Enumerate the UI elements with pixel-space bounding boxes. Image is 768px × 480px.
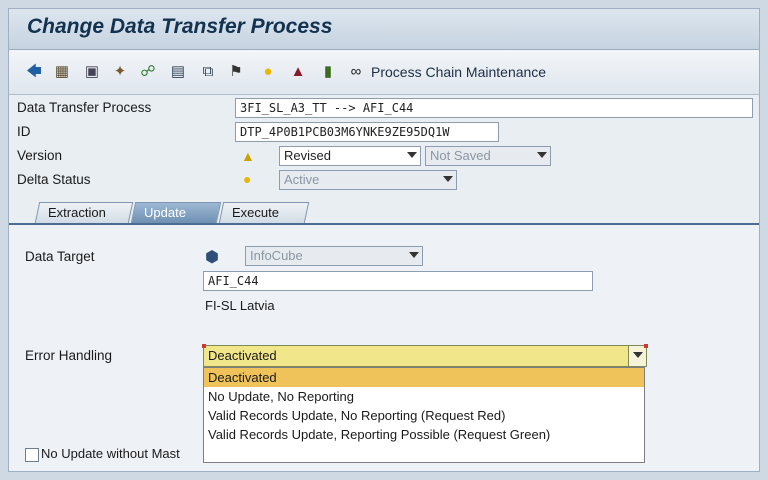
tab-execute[interactable]: Execute: [218, 202, 310, 223]
data-target-description: FI-SL Latvia: [205, 298, 275, 313]
version-value: Revised: [284, 148, 331, 163]
delta-row: Delta Status ● Active: [9, 169, 759, 193]
error-handling-label: Error Handling: [25, 348, 113, 363]
error-handling-select[interactable]: Deactivated: [202, 344, 648, 367]
chevron-down-icon: [407, 152, 417, 158]
delta-select: Active: [279, 170, 457, 190]
dropdown-button[interactable]: [628, 346, 646, 366]
display-icon[interactable]: ▣: [83, 63, 101, 81]
data-target-type-select: InfoCube: [245, 246, 423, 266]
list-item[interactable]: Deactivated: [204, 368, 644, 387]
info-icon[interactable]: ●: [259, 63, 277, 81]
list-item[interactable]: Valid Records Update, No Reporting (Requ…: [204, 406, 644, 425]
version-label: Version: [17, 148, 63, 163]
id-field[interactable]: DTP_4P0B1PCB03M6YNKE9ZE95DQ1W: [235, 122, 499, 142]
error-handling-listbox: Deactivated No Update, No Reporting Vali…: [203, 367, 645, 463]
version-row: Version ▲ Revised Not Saved: [9, 145, 759, 169]
chevron-down-icon: [537, 152, 547, 158]
error-handling-value: Deactivated: [208, 348, 277, 363]
id-row: ID DTP_4P0B1PCB03M6YNKE9ZE95DQ1W: [9, 121, 759, 145]
sap-window: Change Data Transfer Process 🡄 ▦ ▣ ✦ ☍ ▤…: [8, 8, 760, 472]
focus-marker: [202, 344, 206, 348]
data-target-label: Data Target: [25, 249, 95, 264]
screen-icon[interactable]: ▤: [169, 63, 187, 81]
application-toolbar: 🡄 ▦ ▣ ✦ ☍ ▤ ⧉ ⚑ ● ▲ ▮ ∞ Process Chain Ma…: [9, 50, 759, 95]
delta-label: Delta Status: [17, 172, 91, 187]
id-label: ID: [17, 124, 31, 139]
tab-strip: Extraction Update Execute: [9, 199, 759, 225]
version-select[interactable]: Revised: [279, 146, 421, 166]
data-target-name-field[interactable]: AFI_C44: [203, 271, 593, 291]
process-chain-maintenance-button[interactable]: Process Chain Maintenance: [371, 64, 546, 80]
save-state-select: Not Saved: [425, 146, 551, 166]
data-target-type: InfoCube: [250, 248, 303, 263]
hat-icon[interactable]: ▲: [289, 63, 307, 81]
wand-icon[interactable]: ✦: [111, 63, 129, 81]
lightbulb-icon: ●: [243, 171, 252, 187]
page-title: Change Data Transfer Process: [27, 15, 333, 38]
chevron-down-icon: [409, 252, 419, 258]
lock-icon[interactable]: ⚑: [227, 63, 245, 81]
delta-value: Active: [284, 172, 320, 187]
title-bar: Change Data Transfer Process: [9, 9, 759, 50]
no-update-checkbox[interactable]: [25, 448, 39, 462]
battery-icon[interactable]: ▮: [319, 63, 337, 81]
list-item[interactable]: Valid Records Update, Reporting Possible…: [204, 425, 644, 444]
chevron-down-icon: [633, 352, 643, 358]
chevron-down-icon: [443, 176, 453, 182]
tab-extraction[interactable]: Extraction: [34, 202, 134, 223]
infocube-icon: ⬢: [205, 249, 219, 266]
no-update-checkbox-label: No Update without Mast: [41, 446, 180, 461]
hierarchy-icon[interactable]: ▦: [53, 63, 71, 81]
dtp-field[interactable]: 3FI_SL_A3_TT --> AFI_C44: [235, 98, 753, 118]
save-state-value: Not Saved: [430, 148, 491, 163]
glasses-icon[interactable]: ∞: [347, 63, 365, 81]
copy-icon[interactable]: ⧉: [199, 63, 217, 81]
dtp-label: Data Transfer Process: [17, 100, 152, 115]
connect-icon[interactable]: ☍: [139, 63, 157, 81]
back-arrow-icon[interactable]: 🡄: [25, 63, 43, 81]
dtp-row: Data Transfer Process 3FI_SL_A3_TT --> A…: [9, 97, 759, 121]
warning-icon: ▲: [241, 148, 255, 164]
tab-update[interactable]: Update: [130, 202, 222, 223]
list-item[interactable]: No Update, No Reporting: [204, 387, 644, 406]
focus-marker: [644, 344, 648, 348]
